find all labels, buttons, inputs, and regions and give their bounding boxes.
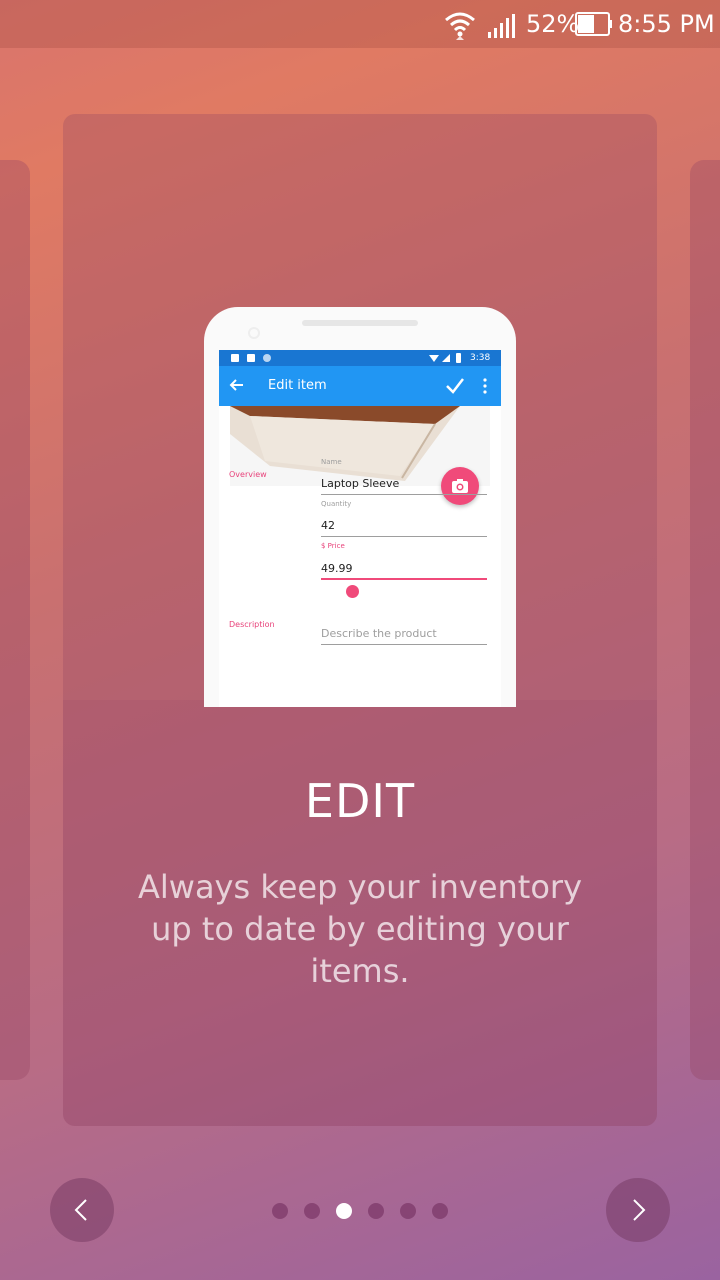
- page-dot[interactable]: [304, 1203, 320, 1219]
- section-description-label: Description: [229, 620, 275, 629]
- section-overview-label: Overview: [229, 470, 267, 479]
- quantity-underline: [321, 536, 487, 537]
- sd-card-icon: [247, 354, 255, 362]
- page-dot[interactable]: [368, 1203, 384, 1219]
- name-underline: [321, 494, 487, 495]
- mockup-status-time: 3:38: [470, 353, 491, 363]
- description-underline: [321, 644, 487, 645]
- chevron-left-icon: [74, 1199, 87, 1221]
- battery-percent: 52%: [526, 10, 580, 38]
- price-label: $ Price: [321, 542, 345, 550]
- next-slide-card[interactable]: [690, 160, 720, 1080]
- quantity-value: 42: [321, 519, 335, 532]
- onboarding-card: 3:38 Edit item Overview Name Laptop Slee…: [63, 114, 657, 1126]
- wifi-icon: [445, 12, 475, 40]
- status-time: 8:55 PM: [618, 10, 715, 38]
- signal-icon: [488, 14, 515, 38]
- chevron-right-icon: [633, 1199, 646, 1221]
- price-value: 49.99: [321, 562, 353, 575]
- previous-slide-card[interactable]: [0, 160, 30, 1080]
- phone-camera: [248, 327, 260, 339]
- phone-mockup: 3:38 Edit item Overview Name Laptop Slee…: [204, 307, 516, 707]
- page-indicator: [272, 1203, 448, 1219]
- back-arrow-icon: [229, 379, 243, 391]
- description-placeholder: Describe the product: [321, 627, 437, 640]
- phone-speaker: [302, 320, 418, 326]
- page-dot[interactable]: [272, 1203, 288, 1219]
- name-value: Laptop Sleeve: [321, 477, 400, 490]
- settings-icon: [231, 354, 239, 362]
- mockup-status-bar: 3:38: [219, 350, 501, 366]
- page-dot[interactable]: [336, 1203, 352, 1219]
- slide-title: EDIT: [304, 774, 416, 828]
- quantity-label: Quantity: [321, 500, 352, 508]
- page-dot[interactable]: [400, 1203, 416, 1219]
- mockup-app-bar: Edit item: [219, 366, 501, 406]
- page-dot[interactable]: [432, 1203, 448, 1219]
- more-vert-icon: [483, 378, 487, 394]
- mockup-screen: 3:38 Edit item Overview Name Laptop Slee…: [219, 350, 501, 707]
- previous-button[interactable]: [50, 1178, 114, 1242]
- text-cursor-handle: [346, 585, 359, 598]
- mockup-signal-icons: [429, 353, 461, 363]
- price-underline: [321, 578, 487, 580]
- status-bar: 52% 8:55 PM: [0, 0, 720, 48]
- mockup-title: Edit item: [268, 378, 327, 393]
- check-icon: [446, 378, 464, 394]
- next-button[interactable]: [606, 1178, 670, 1242]
- name-label: Name: [321, 458, 342, 466]
- slide-description: Always keep your inventory up to date by…: [137, 868, 582, 990]
- battery-icon: [575, 12, 612, 36]
- sync-icon: [263, 354, 271, 362]
